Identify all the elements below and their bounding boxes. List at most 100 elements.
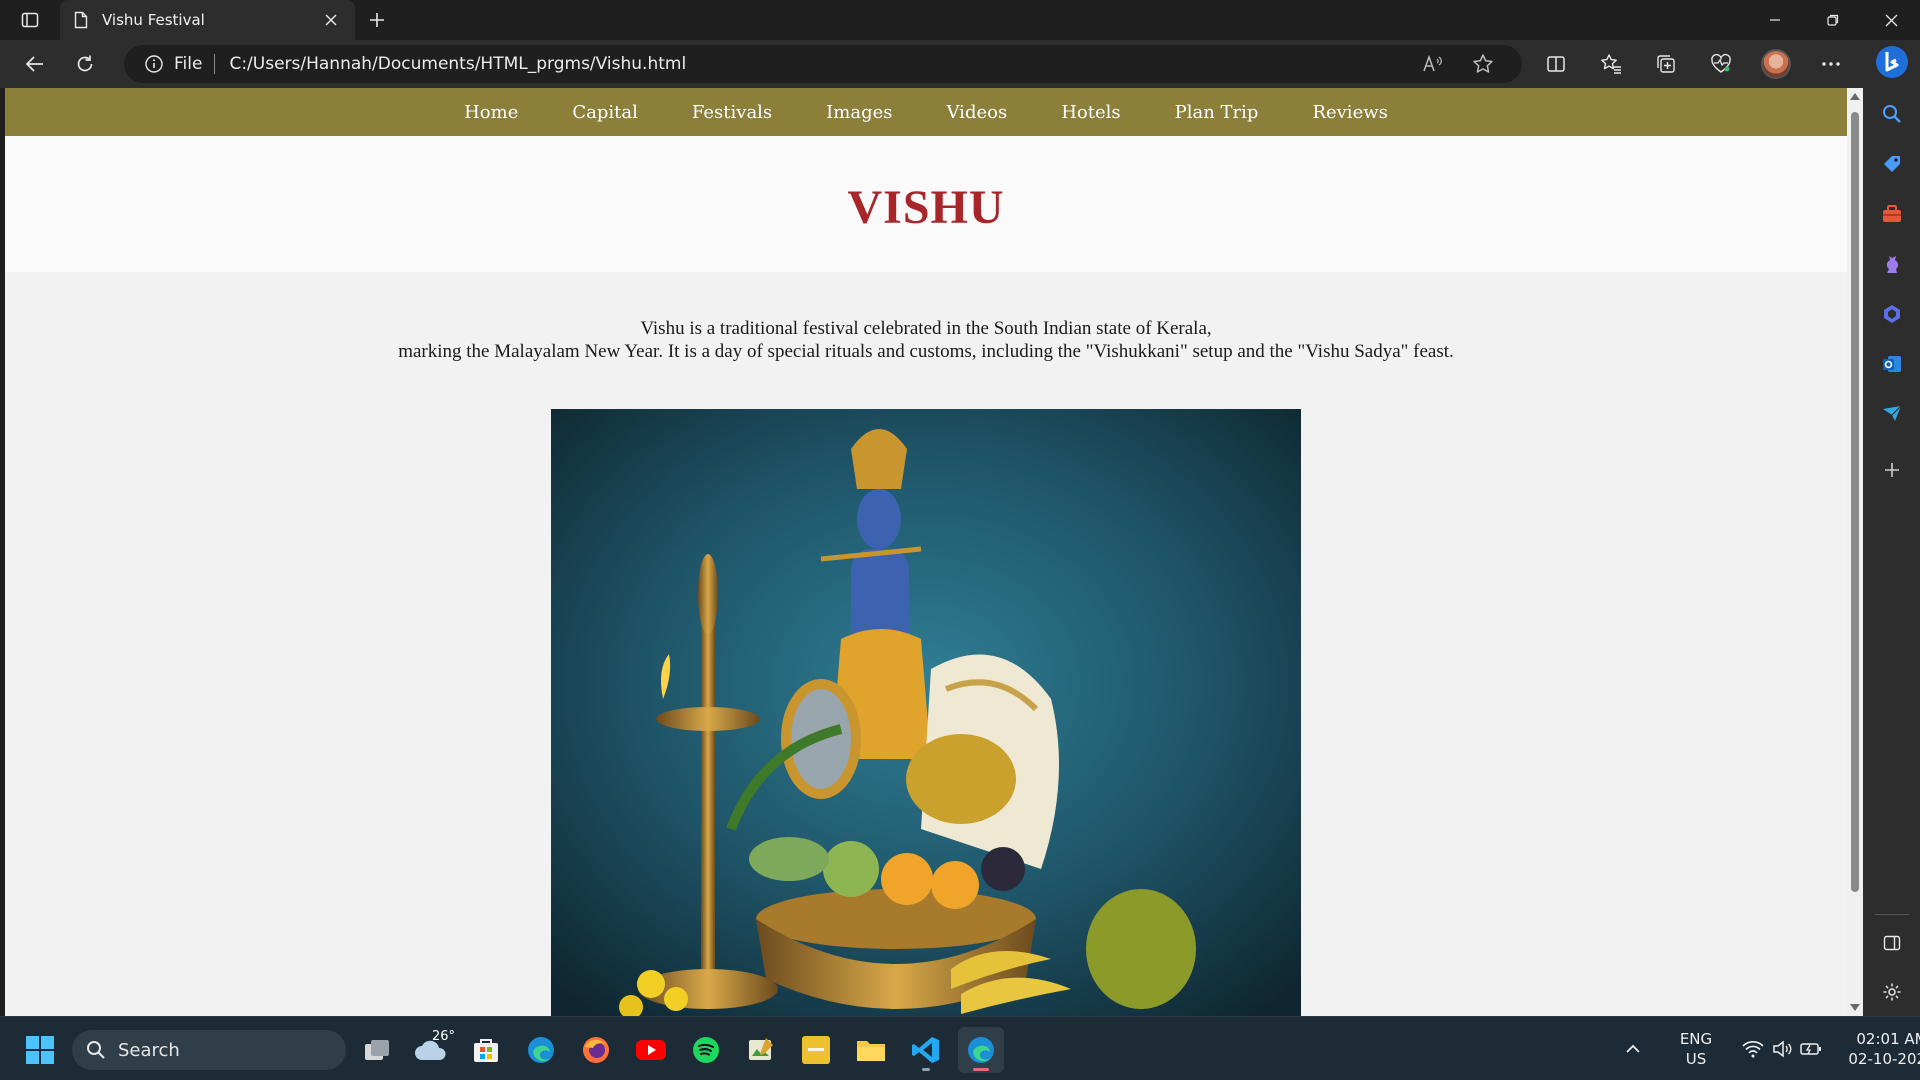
back-button[interactable] xyxy=(10,44,60,84)
browser-essentials-button[interactable] xyxy=(1693,44,1748,84)
search-icon xyxy=(1882,105,1901,123)
clock-date: 02-10-2023 xyxy=(1848,1050,1920,1068)
spotify-icon xyxy=(693,1037,719,1063)
avatar xyxy=(1760,49,1791,79)
favorite-star-button[interactable] xyxy=(1458,53,1508,75)
firefox-button[interactable] xyxy=(573,1027,619,1073)
hide-sidebar-button[interactable] xyxy=(1863,923,1920,963)
document-icon xyxy=(74,11,88,29)
nav-link-festivals[interactable]: Festivals xyxy=(692,102,772,123)
windows-logo-icon xyxy=(26,1036,54,1064)
sidebar-add-button[interactable] xyxy=(1863,450,1920,490)
tile-2048-icon xyxy=(802,1036,830,1064)
nav-link-home[interactable]: Home xyxy=(464,102,518,123)
spotify-button[interactable] xyxy=(683,1027,729,1073)
chevron-up-icon xyxy=(1626,1044,1640,1053)
profile-button[interactable] xyxy=(1748,44,1803,84)
split-screen-icon xyxy=(1546,56,1565,72)
youtube-button[interactable] xyxy=(628,1027,674,1073)
sidebar-panel-icon xyxy=(1883,935,1900,951)
webpage-content: Home Capital Festivals Images Videos Hot… xyxy=(5,88,1847,1016)
sidebar-search-button[interactable] xyxy=(1863,94,1920,134)
game-2048-button[interactable] xyxy=(793,1027,839,1073)
taskbar-search[interactable]: Search xyxy=(72,1030,346,1070)
image-editor-button[interactable] xyxy=(738,1027,784,1073)
edge-active-window-button[interactable] xyxy=(958,1027,1004,1073)
file-explorer-button[interactable] xyxy=(848,1027,894,1073)
new-tab-button[interactable] xyxy=(355,0,399,40)
language-indicator[interactable]: ENG US xyxy=(1662,1029,1730,1069)
toolbox-icon xyxy=(1882,205,1901,222)
split-screen-button[interactable] xyxy=(1528,44,1583,84)
browser-titlebar: Vishu Festival xyxy=(0,0,1920,40)
folder-icon xyxy=(857,1041,885,1061)
nav-link-videos[interactable]: Videos xyxy=(947,102,1008,123)
vscode-icon xyxy=(912,1037,939,1063)
edge-taskbar-button[interactable] xyxy=(518,1027,564,1073)
scroll-down-arrow[interactable] xyxy=(1850,1004,1860,1011)
refresh-icon xyxy=(77,55,93,72)
nav-link-images[interactable]: Images xyxy=(826,102,892,123)
send-plane-icon xyxy=(1882,405,1901,421)
tab-actions-icon xyxy=(21,12,39,28)
sidebar-microsoft365-button[interactable] xyxy=(1863,294,1920,334)
collections-button[interactable] xyxy=(1638,44,1693,84)
chess-piece-icon xyxy=(1886,256,1898,273)
sidebar-games-button[interactable] xyxy=(1863,244,1920,284)
settings-more-button[interactable] xyxy=(1803,44,1858,84)
clock[interactable]: 02:01 AM 02-10-2023 xyxy=(1844,1029,1920,1069)
nav-link-capital[interactable]: Capital xyxy=(572,102,638,123)
task-view-button[interactable] xyxy=(354,1027,400,1073)
firefox-icon xyxy=(583,1037,609,1063)
sidebar-shopping-button[interactable] xyxy=(1863,144,1920,184)
network-sound-battery-group[interactable] xyxy=(1742,1040,1822,1058)
nav-link-hotels[interactable]: Hotels xyxy=(1061,102,1120,123)
nav-link-plan-trip[interactable]: Plan Trip xyxy=(1175,102,1259,123)
tab-actions-button[interactable] xyxy=(0,0,60,40)
sidebar-drop-button[interactable] xyxy=(1863,394,1920,434)
page-header: VISHU xyxy=(5,136,1847,272)
sidebar-tools-button[interactable] xyxy=(1863,194,1920,234)
close-window-button[interactable] xyxy=(1862,0,1920,40)
intro-line-1: Vishu is a traditional festival celebrat… xyxy=(640,318,1212,339)
wifi-icon xyxy=(1742,1040,1764,1058)
tab-close-button[interactable] xyxy=(319,8,343,32)
address-bar[interactable]: File C:/Users/Hannah/Documents/HTML_prgm… xyxy=(124,45,1522,83)
copilot-button[interactable] xyxy=(1863,42,1920,82)
scroll-up-arrow[interactable] xyxy=(1850,93,1860,100)
clock-time: 02:01 AM xyxy=(1856,1030,1920,1048)
page-scrollbar[interactable] xyxy=(1847,88,1863,1016)
info-icon[interactable] xyxy=(144,54,164,74)
minimize-button[interactable] xyxy=(1746,0,1804,40)
intro-paragraph: Vishu is a traditional festival celebrat… xyxy=(5,317,1847,363)
read-aloud-icon xyxy=(1423,54,1442,72)
restore-button[interactable] xyxy=(1804,0,1862,40)
start-button[interactable] xyxy=(17,1027,63,1073)
gear-icon xyxy=(1883,983,1900,1001)
plus-icon xyxy=(1884,463,1899,477)
intro-line-2: marking the Malayalam New Year. It is a … xyxy=(398,341,1454,362)
windows-taskbar: Search 26° ENG US 02:01 A 02-10-20 xyxy=(0,1016,1920,1080)
read-aloud-button[interactable] xyxy=(1408,54,1458,74)
nav-link-reviews[interactable]: Reviews xyxy=(1312,102,1387,123)
browser-tab-active[interactable]: Vishu Festival xyxy=(60,0,355,40)
favorites-button[interactable] xyxy=(1583,44,1638,84)
edge-sidebar xyxy=(1863,40,1920,1016)
sidebar-settings-button[interactable] xyxy=(1863,972,1920,1012)
microsoft-store-button[interactable] xyxy=(463,1027,509,1073)
speaker-icon xyxy=(1773,1040,1792,1058)
store-icon xyxy=(474,1039,498,1062)
scrollbar-thumb[interactable] xyxy=(1851,112,1859,892)
battery-icon xyxy=(1800,1043,1821,1055)
vishukkani-illustration xyxy=(551,409,1301,1016)
shopping-tag-icon xyxy=(1883,156,1900,172)
sidebar-outlook-button[interactable] xyxy=(1863,344,1920,384)
star-icon xyxy=(1473,54,1493,73)
image-editor-icon xyxy=(749,1038,773,1060)
microsoft365-icon xyxy=(1883,305,1900,323)
vscode-button[interactable] xyxy=(903,1027,949,1073)
arrow-left-icon xyxy=(25,56,43,72)
url-text[interactable]: C:/Users/Hannah/Documents/HTML_prgms/Vis… xyxy=(229,54,1408,74)
show-hidden-icons-button[interactable] xyxy=(1616,1044,1650,1054)
refresh-button[interactable] xyxy=(60,44,110,84)
